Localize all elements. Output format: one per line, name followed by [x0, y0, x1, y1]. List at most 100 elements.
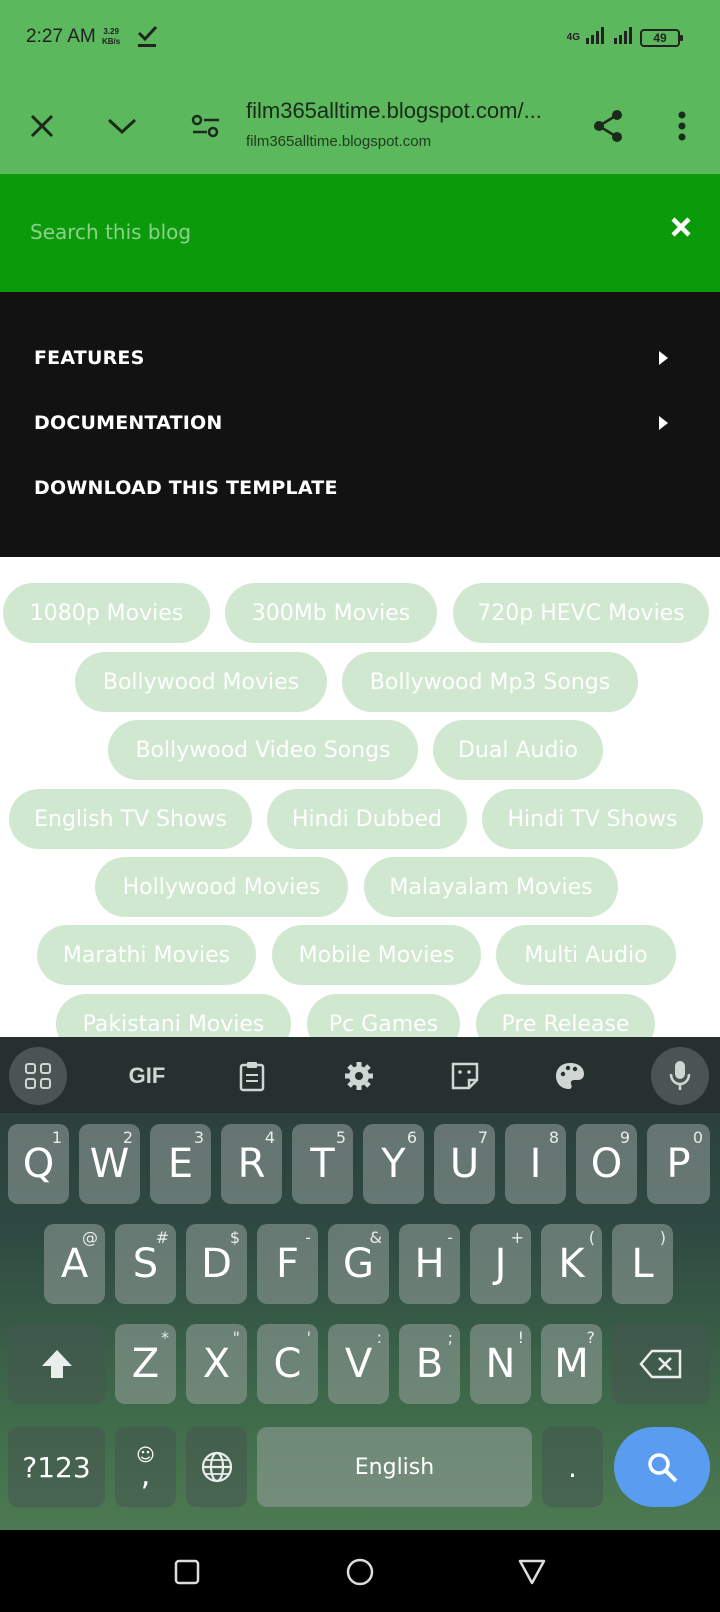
key-hint: :	[376, 1328, 382, 1347]
tag-hindi-tv-shows[interactable]: Hindi TV Shows	[482, 789, 703, 849]
key-hint: 1	[51, 1128, 62, 1147]
key-k[interactable]: K(	[541, 1224, 602, 1304]
key-v[interactable]: V:	[328, 1324, 389, 1404]
key-f[interactable]: F-	[257, 1224, 318, 1304]
menu-item-features[interactable]: FEATURES	[34, 338, 674, 378]
key-h[interactable]: H-	[399, 1224, 460, 1304]
key-hint: +	[510, 1228, 524, 1247]
tag-bollywood-video-songs[interactable]: Bollywood Video Songs	[108, 720, 418, 780]
key-y[interactable]: Y6	[363, 1124, 424, 1204]
key-p[interactable]: P0	[647, 1124, 710, 1204]
label-cloud: 1080p Movies 300Mb Movies 720p HEVC Movi…	[0, 557, 720, 1037]
tag-multi-audio[interactable]: Multi Audio	[496, 925, 676, 985]
key-g[interactable]: G &	[328, 1224, 389, 1304]
settings-gear-icon[interactable]	[330, 1047, 388, 1105]
menu-item-label: FEATURES	[34, 347, 145, 369]
close-icon[interactable]	[22, 106, 62, 146]
menu-item-documentation[interactable]: DOCUMENTATION	[34, 403, 674, 443]
tag-dual-audio[interactable]: Dual Audio	[433, 720, 603, 780]
language-key[interactable]	[186, 1427, 247, 1507]
shift-key[interactable]	[8, 1324, 105, 1404]
tag-hollywood-movies[interactable]: Hollywood Movies	[95, 857, 348, 917]
url-domain[interactable]: film365alltime.blogspot.com	[246, 133, 431, 150]
tag-1080p-movies[interactable]: 1080p Movies	[3, 583, 210, 643]
tag-bollywood-mp3-songs[interactable]: Bollywood Mp3 Songs	[342, 652, 638, 712]
key-z[interactable]: Z *	[115, 1324, 176, 1404]
submenu-arrow-icon[interactable]	[659, 416, 668, 430]
key-d[interactable]: D $	[186, 1224, 247, 1304]
tag-malayalam-movies[interactable]: Malayalam Movies	[364, 857, 618, 917]
sticker-icon[interactable]	[436, 1047, 494, 1105]
key-hint: #	[155, 1228, 169, 1247]
search-submit-key[interactable]	[614, 1427, 710, 1507]
key-c[interactable]: C '	[257, 1324, 318, 1404]
key-b[interactable]: B;	[399, 1324, 460, 1404]
tag-pre-release[interactable]: Pre Release	[476, 994, 655, 1037]
url-title[interactable]: film365alltime.blogspot.com/...	[246, 98, 542, 124]
key-hint: 4	[264, 1128, 275, 1147]
key-l[interactable]: L)	[612, 1224, 673, 1304]
period-key[interactable]: .	[542, 1427, 603, 1507]
palette-icon[interactable]	[541, 1047, 599, 1105]
tag-720p-hevc-movies[interactable]: 720p HEVC Movies	[453, 583, 709, 643]
close-search-icon[interactable]	[670, 216, 692, 243]
comma-key[interactable]: ☺ ,	[115, 1427, 176, 1507]
tag-bollywood-movies[interactable]: Bollywood Movies	[75, 652, 327, 712]
tag-english-tv-shows[interactable]: English TV Shows	[9, 789, 252, 849]
key-x[interactable]: X "	[186, 1324, 247, 1404]
menu-item-download-template[interactable]: DOWNLOAD THIS TEMPLATE	[34, 468, 674, 508]
tag-hindi-dubbed[interactable]: Hindi Dubbed	[267, 789, 467, 849]
share-icon[interactable]	[588, 106, 628, 146]
submenu-arrow-icon[interactable]	[659, 351, 668, 365]
home-icon[interactable]	[338, 1550, 382, 1594]
network-type: 4G	[566, 32, 580, 43]
key-label: D	[201, 1241, 232, 1287]
more-vert-icon[interactable]	[662, 106, 702, 146]
key-hint: 8	[548, 1128, 559, 1147]
keyboard-toolbar: GIF	[0, 1037, 720, 1113]
key-hint: 9	[619, 1128, 630, 1147]
key-label: I	[529, 1141, 542, 1187]
key-hint: &	[369, 1228, 382, 1247]
key-e[interactable]: E3	[150, 1124, 211, 1204]
key-u[interactable]: U7	[434, 1124, 495, 1204]
tag-pc-games[interactable]: Pc Games	[307, 994, 460, 1037]
key-s[interactable]: S #	[115, 1224, 176, 1304]
globe-icon	[201, 1451, 232, 1483]
key-a[interactable]: A @	[44, 1224, 105, 1304]
key-hint: !	[517, 1328, 524, 1347]
key-m[interactable]: M?	[541, 1324, 602, 1404]
page-settings-icon[interactable]	[186, 106, 226, 146]
microphone-icon[interactable]	[651, 1047, 709, 1105]
blog-search-bar	[0, 174, 720, 292]
key-label: A	[60, 1241, 89, 1287]
tag-marathi-movies[interactable]: Marathi Movies	[37, 925, 256, 985]
search-input[interactable]	[30, 210, 630, 254]
key-hint: 6	[406, 1128, 417, 1147]
gif-button[interactable]: GIF	[118, 1047, 176, 1105]
recents-icon[interactable]	[165, 1550, 209, 1594]
apps-grid-icon[interactable]	[9, 1047, 67, 1105]
key-o[interactable]: O9	[576, 1124, 637, 1204]
chevron-down-icon[interactable]	[102, 106, 142, 146]
key-n[interactable]: N!	[470, 1324, 531, 1404]
tag-300mb-movies[interactable]: 300Mb Movies	[225, 583, 437, 643]
space-key[interactable]: English	[257, 1427, 532, 1507]
backspace-key[interactable]	[612, 1324, 710, 1404]
key-hint: (	[588, 1228, 595, 1247]
key-label: N	[485, 1341, 516, 1387]
key-i[interactable]: I8	[505, 1124, 566, 1204]
key-label: W	[89, 1141, 130, 1187]
key-q[interactable]: Q1	[8, 1124, 69, 1204]
key-r[interactable]: R4	[221, 1124, 282, 1204]
clipboard-icon[interactable]	[223, 1047, 281, 1105]
tag-mobile-movies[interactable]: Mobile Movies	[272, 925, 481, 985]
symbols-key[interactable]: ?123	[8, 1427, 105, 1507]
key-w[interactable]: W2	[79, 1124, 140, 1204]
key-t[interactable]: T5	[292, 1124, 353, 1204]
key-hint: ?	[586, 1328, 596, 1347]
tag-pakistani-movies[interactable]: Pakistani Movies	[56, 994, 291, 1037]
key-j[interactable]: J +	[470, 1224, 531, 1304]
on-screen-keyboard: GIF Q1 W2 E3 R4 T5 Y6 U7 I8 O9 P0 A @ S # …	[0, 1037, 720, 1530]
back-icon[interactable]	[510, 1550, 554, 1594]
